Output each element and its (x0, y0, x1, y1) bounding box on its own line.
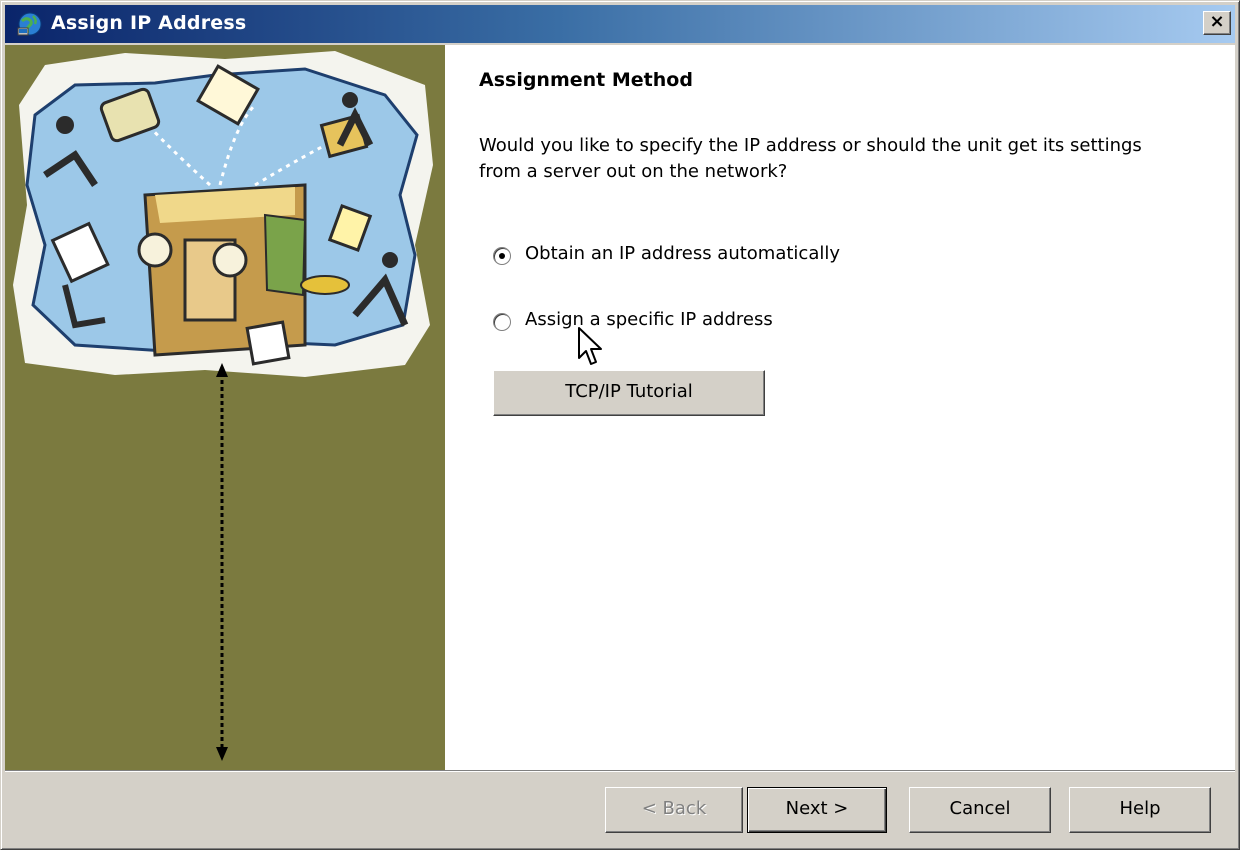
option-label[interactable]: Obtain an IP address automatically (525, 243, 840, 264)
window-title: Assign IP Address (51, 12, 247, 34)
title-bar[interactable]: Assign IP Address × (5, 5, 1235, 43)
radio-button[interactable] (493, 313, 511, 331)
cancel-button[interactable]: Cancel (909, 787, 1051, 833)
mouse-cursor-icon (578, 327, 602, 365)
dialog-content: Assignment Method Would you like to spec… (5, 45, 1235, 770)
back-button[interactable]: < Back (605, 787, 743, 833)
next-button[interactable]: Next > (747, 787, 887, 833)
radio-button-selected[interactable] (493, 247, 511, 265)
radio-dot (499, 253, 505, 259)
network-globe-icon (17, 12, 42, 36)
question-text: Would you like to specify the IP address… (479, 135, 1142, 182)
assign-ip-dialog: Assign IP Address × Assignment Method Wo… (0, 0, 1240, 850)
side-panel (5, 45, 445, 770)
page-heading: Assignment Method (479, 69, 693, 91)
option-label[interactable]: Assign a specific IP address (525, 309, 773, 330)
network-illustration (13, 51, 433, 761)
close-icon: × (1209, 11, 1225, 32)
close-button[interactable]: × (1203, 11, 1231, 35)
help-button[interactable]: Help (1069, 787, 1211, 833)
tcpip-tutorial-button[interactable]: TCP/IP Tutorial (493, 370, 765, 416)
main-panel: Assignment Method Would you like to spec… (445, 45, 1235, 770)
footer-divider (5, 770, 1235, 772)
